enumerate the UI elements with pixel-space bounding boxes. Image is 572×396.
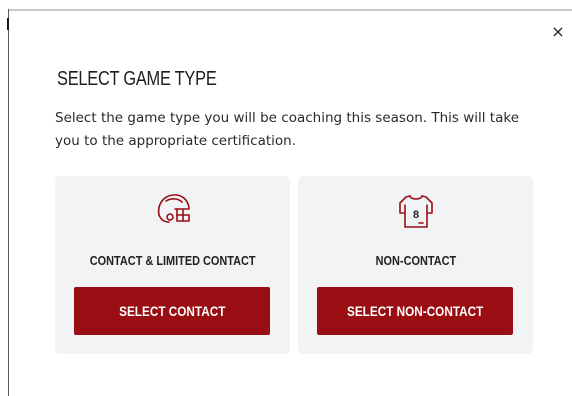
jersey-number: 8 [412, 209, 418, 221]
football-helmet-icon [55, 191, 290, 227]
jersey-icon: 8 [298, 191, 533, 231]
dialog-title: SELECT GAME TYPE [57, 68, 217, 90]
non-contact-card: 8 NON-CONTACT SELECT NON-CONTACT [298, 176, 533, 354]
select-contact-button[interactable]: SELECT CONTACT [74, 287, 270, 335]
dialog-description: Select the game type you will be coachin… [55, 110, 520, 149]
contact-card: CONTACT & LIMITED CONTACT SELECT CONTACT [55, 176, 290, 354]
non-contact-card-label: NON-CONTACT [375, 253, 456, 268]
contact-card-label: CONTACT & LIMITED CONTACT [89, 253, 256, 268]
close-button[interactable]: × [549, 22, 567, 42]
close-icon[interactable]: × [551, 22, 564, 41]
select-non-contact-button[interactable]: SELECT NON-CONTACT [317, 287, 513, 335]
